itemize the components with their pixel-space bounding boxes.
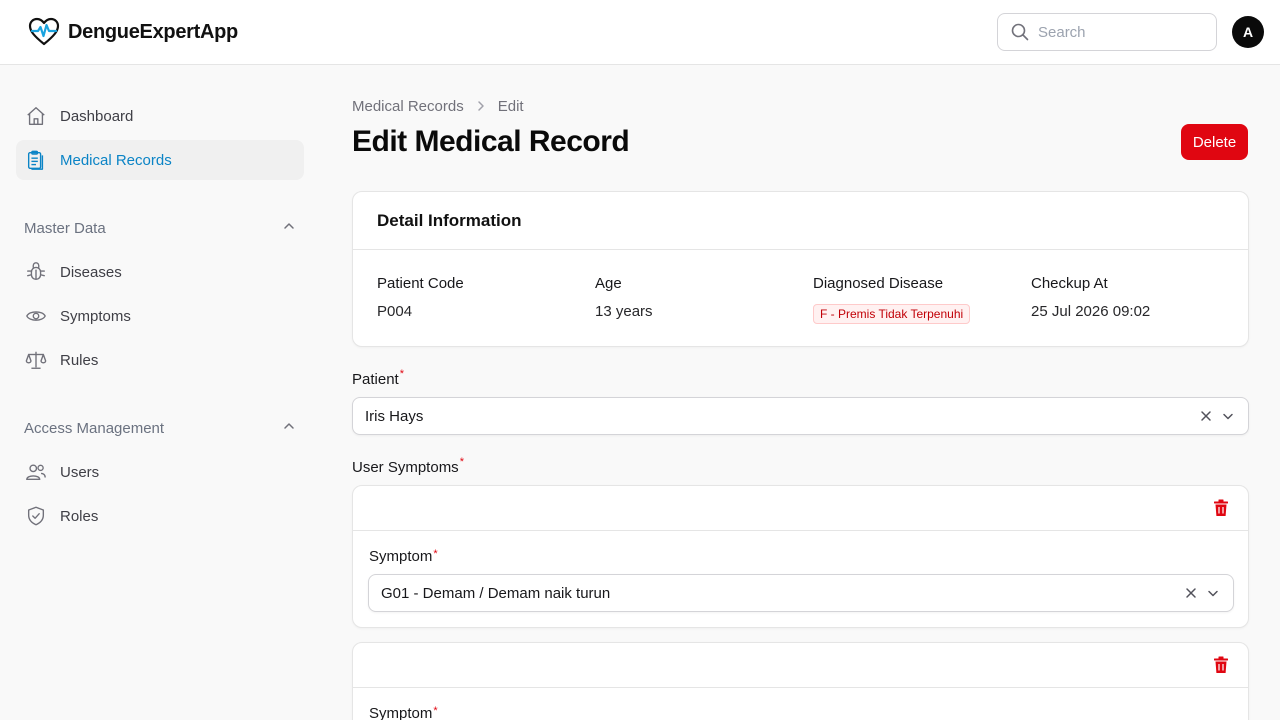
disease-badge: F - Premis Tidak Terpenuhi (813, 304, 971, 324)
trash-icon[interactable] (1212, 655, 1230, 675)
symptom-label: Symptom* (369, 704, 1232, 720)
sidebar-item-label: Medical Records (60, 151, 172, 169)
required-asterisk: * (399, 368, 404, 380)
checkup-at-label: Checkup At (1031, 275, 1108, 292)
age-value: 13 years (595, 303, 653, 320)
age-field: Age 13 years (595, 274, 653, 322)
sidebar-item-diseases[interactable]: Diseases (16, 252, 304, 292)
symptom-repeater-item: Symptom* G01 - Demam / Demam naik turun (352, 485, 1249, 628)
sidebar-item-label: Dashboard (60, 107, 134, 125)
diagnosed-disease-field: Diagnosed Disease F - Premis Tidak Terpe… (813, 274, 971, 324)
card-heading: Detail Information (353, 192, 1248, 250)
breadcrumb-current: Edit (497, 97, 524, 115)
checkup-at-value: 25 Jul 2026 09:02 (1031, 303, 1151, 320)
clear-icon[interactable] (1198, 408, 1214, 424)
group-title: Access Management (24, 419, 165, 437)
trash-icon[interactable] (1212, 498, 1230, 518)
chevron-up-icon (282, 419, 296, 437)
sidebar-item-label: Diseases (60, 263, 122, 281)
required-asterisk: * (459, 456, 464, 468)
sidebar-item-users[interactable]: Users (16, 452, 304, 492)
diagnosed-disease-label: Diagnosed Disease (813, 275, 944, 292)
symptom-select-value: G01 - Demam / Demam naik turun (381, 584, 611, 602)
detail-information-card: Detail Information Patient Code P004 Age… (352, 191, 1249, 347)
sidebar-item-dashboard[interactable]: Dashboard (16, 96, 304, 136)
sidebar-item-label: Rules (60, 351, 99, 369)
sidebar-item-rules[interactable]: Rules (16, 340, 304, 380)
sidebar-group-access-management[interactable]: Access Management (24, 416, 296, 440)
sidebar-item-label: Users (60, 463, 100, 481)
symptom-select[interactable]: G01 - Demam / Demam naik turun (368, 574, 1234, 612)
symptom-label: Symptom* (369, 547, 1232, 567)
user-symptoms-label-text: User Symptoms (352, 459, 459, 476)
age-label: Age (595, 275, 622, 292)
delete-button[interactable]: Delete (1181, 124, 1248, 160)
patient-code-field: Patient Code P004 (377, 274, 464, 322)
patient-code-value: P004 (377, 303, 413, 320)
user-symptoms-label: User Symptoms* (352, 456, 464, 476)
patient-label-text: Patient (352, 371, 399, 388)
symptom-label-text: Symptom (369, 705, 433, 720)
checkup-at-field: Checkup At 25 Jul 2026 09:02 (1031, 274, 1150, 322)
symptom-item-header (353, 486, 1248, 531)
symptom-label-text: Symptom (369, 548, 433, 565)
symptom-repeater-item: Symptom* (352, 642, 1249, 720)
bug-icon (24, 260, 48, 284)
sidebar-item-symptoms[interactable]: Symptoms (16, 296, 304, 336)
chevron-down-icon[interactable] (1205, 585, 1221, 601)
top-bar: DengueExpertApp A (0, 0, 1280, 65)
chevron-up-icon (282, 219, 296, 237)
patient-select-value: Iris Hays (365, 407, 424, 425)
sidebar-item-label: Roles (60, 507, 99, 525)
app-name: DengueExpertApp (68, 20, 238, 43)
patient-code-label: Patient Code (377, 275, 464, 292)
required-asterisk: * (433, 705, 438, 717)
brand[interactable]: DengueExpertApp (28, 16, 238, 48)
patient-select[interactable]: Iris Hays (352, 397, 1249, 435)
search-icon (1010, 22, 1030, 42)
patient-label: Patient* (352, 368, 404, 388)
search-box[interactable] (997, 13, 1217, 51)
chevron-right-icon (476, 100, 486, 112)
users-icon (24, 460, 48, 484)
sidebar-item-roles[interactable]: Roles (16, 496, 304, 536)
search-input[interactable] (1038, 23, 1198, 41)
chevron-down-icon[interactable] (1220, 408, 1236, 424)
clear-icon[interactable] (1183, 585, 1199, 601)
symptom-item-header (353, 643, 1248, 688)
sidebar-group-master-data[interactable]: Master Data (24, 216, 296, 240)
required-asterisk: * (433, 548, 438, 560)
scale-icon (24, 348, 48, 372)
page-title: Edit Medical Record (352, 125, 630, 158)
breadcrumb-link-medical-records[interactable]: Medical Records (352, 98, 464, 115)
clipboard-icon (24, 148, 48, 172)
avatar[interactable]: A (1232, 16, 1264, 48)
breadcrumb: Medical Records Edit (352, 96, 524, 116)
sidebar-item-label: Symptoms (60, 307, 131, 325)
heart-pulse-logo-icon (28, 16, 60, 48)
eye-icon (24, 304, 48, 328)
home-icon (24, 104, 48, 128)
sidebar-item-medical-records[interactable]: Medical Records (16, 140, 304, 180)
group-title: Master Data (24, 219, 106, 237)
shield-check-icon (24, 504, 48, 528)
